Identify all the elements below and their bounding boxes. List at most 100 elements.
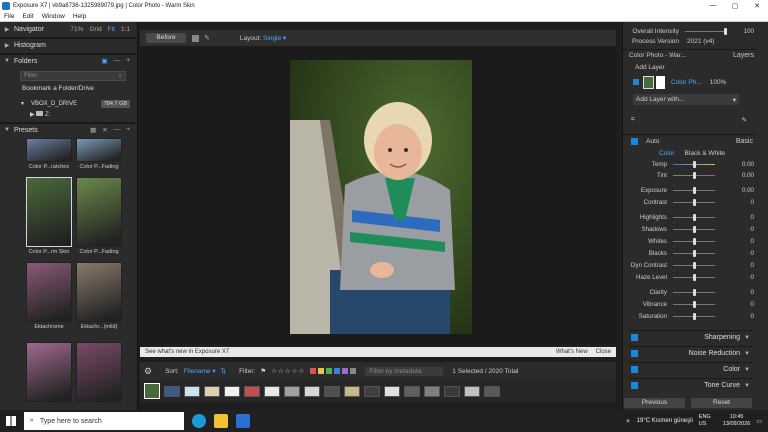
filmstrip-thumbnail[interactable] bbox=[344, 385, 360, 397]
filmstrip-thumbnail[interactable] bbox=[224, 385, 240, 397]
histogram-header[interactable]: ▶ Histogram bbox=[0, 38, 136, 52]
filmstrip-thumbnail[interactable] bbox=[484, 385, 500, 397]
filmstrip-thumbnail[interactable] bbox=[284, 385, 300, 397]
folder-filter-input[interactable]: Filter ⌕ bbox=[20, 71, 126, 81]
shrink-icon[interactable]: ✕ bbox=[102, 126, 107, 134]
fit-button[interactable]: Fit bbox=[108, 26, 115, 33]
plus-icon[interactable]: + bbox=[126, 57, 130, 65]
filmstrip-thumbnail[interactable] bbox=[444, 385, 460, 397]
star-rating-filter[interactable]: ☆☆☆☆☆ bbox=[271, 367, 305, 375]
filmstrip-thumbnail[interactable] bbox=[184, 385, 200, 397]
menu-edit[interactable]: Edit bbox=[18, 13, 37, 20]
photo-preview[interactable] bbox=[290, 60, 472, 334]
slider-tint[interactable]: Tint 0.00 bbox=[623, 170, 757, 181]
filmstrip-thumbnail[interactable] bbox=[204, 385, 220, 397]
layer-visibility-toggle[interactable] bbox=[633, 79, 639, 85]
slider-clarity[interactable]: Clarity 0 bbox=[623, 287, 757, 298]
compare-icon[interactable] bbox=[192, 34, 199, 42]
preset-thumbnail[interactable] bbox=[76, 262, 122, 322]
metadata-search-input[interactable]: Filter by metadata bbox=[365, 366, 444, 376]
whats-new-button[interactable]: What's New bbox=[556, 349, 588, 355]
language-indicator[interactable]: ENG US bbox=[699, 414, 717, 428]
filmstrip-thumbnail[interactable] bbox=[304, 385, 320, 397]
preset-thumbnail[interactable] bbox=[76, 138, 122, 162]
exposure-app-icon[interactable] bbox=[236, 414, 250, 428]
add-layer-row[interactable]: Add Layer bbox=[623, 62, 757, 73]
slider-vibrance[interactable]: Vibrance 0 bbox=[623, 299, 757, 310]
filmstrip-thumbnail[interactable] bbox=[404, 385, 420, 397]
slider-saturation[interactable]: Saturation 0 bbox=[623, 311, 757, 322]
file-explorer-icon[interactable] bbox=[214, 414, 228, 428]
preset-thumbnail[interactable] bbox=[26, 177, 72, 247]
preset-thumbnail[interactable] bbox=[26, 138, 72, 162]
sort-direction-icon[interactable]: ⇅ bbox=[221, 367, 226, 375]
preset-thumbnail[interactable] bbox=[76, 177, 122, 247]
weather-icon[interactable]: ☀ bbox=[625, 418, 630, 425]
notification-icon[interactable]: ▭ bbox=[756, 418, 762, 425]
close-button[interactable]: ✕ bbox=[746, 2, 768, 10]
filmstrip-thumbnail[interactable] bbox=[164, 385, 180, 397]
bookmark-folder-link[interactable]: Bookmark a Folder/Drive bbox=[22, 85, 94, 92]
weather-text[interactable]: 19°C Kısmen güneşli bbox=[637, 418, 693, 424]
process-version-row[interactable]: Process Version 2021 (v4) bbox=[623, 36, 757, 47]
minus-icon[interactable]: — bbox=[114, 126, 121, 134]
maximize-button[interactable]: ▢ bbox=[724, 2, 746, 10]
slider-highlights[interactable]: Highlights 0 bbox=[623, 212, 757, 223]
section-color[interactable]: Color ▼ bbox=[628, 362, 752, 376]
section-noise-reduction[interactable]: Noise Reduction ▼ bbox=[628, 346, 752, 360]
layout-selector[interactable]: Layout: Single ▾ bbox=[240, 34, 286, 42]
slider-blacks[interactable]: Blacks 0 bbox=[623, 248, 757, 259]
reset-button[interactable]: Reset bbox=[691, 398, 752, 408]
drive-row[interactable]: ▼ VBOX_D_DRIVE 784.7 GB bbox=[20, 98, 130, 109]
folder-add-icon[interactable]: ▣ bbox=[102, 57, 108, 65]
previous-button[interactable]: Previous bbox=[624, 398, 685, 408]
intensity-slider[interactable] bbox=[685, 28, 727, 35]
subfolder-row[interactable]: ▶ Z: bbox=[30, 111, 50, 118]
brush-icon[interactable]: ✎ bbox=[204, 34, 210, 42]
minus-icon[interactable]: — bbox=[114, 57, 121, 65]
flag-filter-icon[interactable]: ⚑ bbox=[260, 367, 266, 375]
filmstrip-thumbnail[interactable] bbox=[464, 385, 480, 397]
slider-dyn-contrast[interactable]: Dyn Contrast 0 bbox=[623, 260, 757, 271]
crop-icon[interactable]: ⌗ bbox=[623, 116, 635, 124]
filmstrip-thumbnail[interactable] bbox=[384, 385, 400, 397]
edge-icon[interactable] bbox=[192, 414, 206, 428]
add-layer-with-select[interactable]: Add Layer with... ▾ bbox=[633, 94, 739, 105]
section-sharpening[interactable]: Sharpening ▼ bbox=[628, 330, 752, 344]
one-to-one-button[interactable]: 1:1 bbox=[121, 26, 130, 33]
before-button[interactable]: Before bbox=[146, 33, 186, 43]
pen-icon[interactable]: ✎ bbox=[742, 116, 757, 124]
process-version-select[interactable]: 2021 (v4) bbox=[683, 38, 714, 45]
slider-contrast[interactable]: Contrast 0 bbox=[623, 197, 757, 208]
news-close-button[interactable]: Close bbox=[596, 349, 611, 355]
grid-button[interactable]: Grid bbox=[89, 26, 101, 33]
windows-start-icon[interactable] bbox=[6, 416, 16, 426]
filmstrip-thumbnail[interactable] bbox=[324, 385, 340, 397]
filmstrip-thumbnail[interactable] bbox=[364, 385, 380, 397]
filmstrip-thumbnail[interactable] bbox=[264, 385, 280, 397]
menu-help[interactable]: Help bbox=[69, 13, 90, 20]
slider-whites[interactable]: Whites 0 bbox=[623, 236, 757, 247]
auto-button[interactable]: Auto bbox=[646, 138, 659, 145]
preset-thumbnail[interactable] bbox=[76, 342, 122, 402]
slider-shadows[interactable]: Shadows 0 bbox=[623, 224, 757, 235]
plus-icon[interactable]: + bbox=[126, 126, 130, 134]
layer-item[interactable]: Color Ph... 100% bbox=[623, 74, 757, 90]
menu-file[interactable]: File bbox=[0, 13, 18, 20]
preset-thumbnail[interactable] bbox=[26, 342, 72, 402]
filmstrip-thumbnail[interactable] bbox=[144, 383, 160, 399]
slider-temp[interactable]: Temp 0.00 bbox=[623, 159, 757, 170]
filmstrip-thumbnail[interactable] bbox=[424, 385, 440, 397]
mode-bw-tab[interactable]: Black & White bbox=[685, 150, 725, 157]
folders-header[interactable]: ▼ Folders ▣ — + bbox=[0, 54, 136, 68]
presets-header[interactable]: ▼ Presets ▦ ✕ — + bbox=[0, 123, 136, 137]
taskbar-search[interactable]: ⌕ Type here to search bbox=[24, 412, 184, 430]
preset-thumbnail[interactable] bbox=[26, 262, 72, 322]
basic-enabled-checkbox[interactable] bbox=[631, 137, 638, 145]
settings-gear-icon[interactable]: ⚙ bbox=[144, 366, 152, 377]
grid-view-icon[interactable]: ▦ bbox=[90, 126, 96, 134]
navigator-header[interactable]: ▶ Navigator 71% Grid Fit 1:1 bbox=[0, 22, 136, 36]
minimize-button[interactable]: — bbox=[702, 2, 724, 9]
mode-color-tab[interactable]: Color bbox=[659, 150, 675, 157]
filmstrip-thumbnail[interactable] bbox=[244, 385, 260, 397]
